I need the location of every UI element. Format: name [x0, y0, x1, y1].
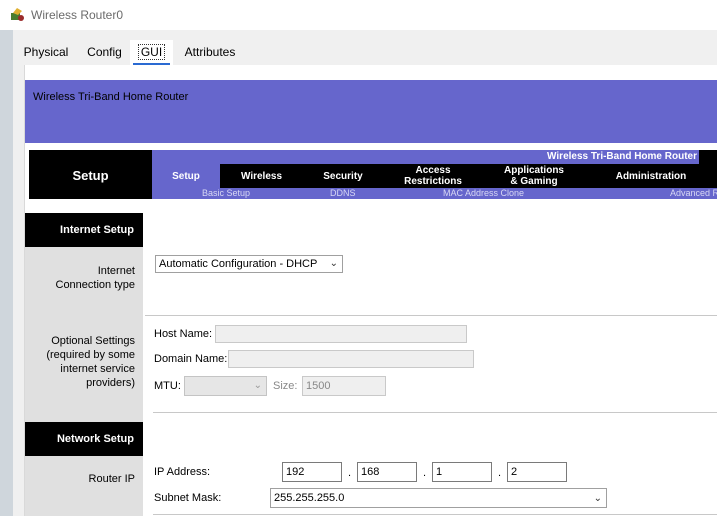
- product-name-bar: Wireless Tri-Band Home Router: [152, 150, 699, 164]
- divider: [145, 315, 717, 316]
- subnav-basic-setup[interactable]: Basic Setup: [202, 188, 250, 199]
- desktop-background: [0, 30, 13, 516]
- title-bar: Wireless Router0: [0, 0, 717, 30]
- tab-attributes[interactable]: Attributes: [175, 40, 245, 65]
- internet-setup-title: Internet Setup: [60, 224, 134, 236]
- ip-octet-3-input[interactable]: 1: [432, 462, 492, 482]
- domain-name-label: Domain Name:: [154, 353, 228, 365]
- mtu-size-input[interactable]: 1500: [302, 376, 386, 396]
- divider: [153, 514, 717, 515]
- tab-physical[interactable]: Physical: [13, 40, 79, 65]
- subnav-mac-address-clone[interactable]: MAC Address Clone: [443, 188, 524, 199]
- ip-octet-4-input[interactable]: 2: [507, 462, 567, 482]
- product-name: Wireless Tri-Band Home Router: [547, 151, 697, 162]
- chevron-down-icon: ⌄: [253, 380, 262, 391]
- nav-apps-line1: Applications: [503, 165, 564, 176]
- banner-title: Wireless Tri-Band Home Router: [33, 91, 189, 103]
- ip-octet-2-input[interactable]: 168: [357, 462, 417, 482]
- optional-settings-line3: internet service: [60, 363, 135, 375]
- section-title-box: Setup: [29, 150, 152, 199]
- mtu-size-label: Size:: [273, 380, 298, 392]
- connection-type-value: Automatic Configuration - DHCP: [159, 258, 318, 270]
- product-bar-end: [699, 150, 717, 164]
- nav-applications-gaming[interactable]: Applications & Gaming: [483, 164, 585, 188]
- optional-settings-line1: Optional Settings: [51, 335, 135, 347]
- subnet-mask-label: Subnet Mask:: [154, 492, 222, 504]
- host-name-input[interactable]: [215, 325, 467, 343]
- connection-type-label-line1: Internet: [97, 265, 135, 277]
- router-banner: Wireless Tri-Band Home Router: [25, 80, 717, 143]
- host-name-label: Host Name:: [154, 328, 213, 340]
- ip-separator: .: [348, 467, 352, 479]
- nav-setup[interactable]: Setup: [152, 164, 220, 188]
- tab-gui[interactable]: GUI: [130, 40, 173, 65]
- nav-apps-line2: & Gaming: [510, 176, 558, 187]
- subnet-mask-value: 255.255.255.0: [274, 492, 345, 504]
- subnav-ddns[interactable]: DDNS: [330, 188, 356, 199]
- nav-access-line2: Restrictions: [404, 176, 462, 187]
- internet-setup-header: Internet Setup: [25, 213, 143, 247]
- domain-name-input[interactable]: [228, 350, 474, 368]
- section-title: Setup: [72, 168, 109, 183]
- subnav-advanced-routing[interactable]: Advanced R: [670, 188, 717, 199]
- mtu-label: MTU:: [154, 380, 181, 392]
- connection-type-select[interactable]: Automatic Configuration - DHCP ⌄: [155, 255, 343, 273]
- nav-access-restrictions[interactable]: Access Restrictions: [383, 164, 483, 188]
- optional-settings-line4: providers): [86, 377, 135, 389]
- sub-nav: Basic Setup DDNS MAC Address Clone Advan…: [152, 188, 717, 199]
- top-menu: Setup Wireless Tri-Band Home Router Setu…: [25, 150, 717, 199]
- ip-separator: .: [498, 467, 502, 479]
- optional-settings-label: Optional Settings (required by some inte…: [25, 334, 135, 390]
- nav-administration[interactable]: Administration: [585, 164, 717, 188]
- tab-config[interactable]: Config: [79, 40, 130, 65]
- ip-address-label: IP Address:: [154, 466, 211, 478]
- chevron-down-icon: ⌄: [329, 258, 338, 269]
- router-ip-label: Router IP: [88, 473, 135, 485]
- nav-access-line1: Access: [415, 165, 451, 176]
- ip-separator: .: [423, 467, 427, 479]
- tab-gui-label: GUI: [137, 44, 166, 60]
- main-nav: Setup Wireless Security Access Restricti…: [152, 164, 717, 188]
- mtu-select[interactable]: ⌄: [184, 376, 267, 396]
- optional-settings-line2: (required by some: [46, 349, 135, 361]
- connection-type-label-line2: Connection type: [55, 279, 136, 291]
- ip-octet-1-input[interactable]: 192: [282, 462, 342, 482]
- subnet-mask-select[interactable]: 255.255.255.0 ⌄: [270, 488, 607, 508]
- network-setup-title: Network Setup: [56, 433, 134, 445]
- divider: [153, 412, 717, 413]
- chevron-down-icon: ⌄: [593, 493, 602, 504]
- window-title: Wireless Router0: [31, 8, 124, 22]
- connection-type-label: Internet Connection type: [25, 264, 136, 292]
- nav-security[interactable]: Security: [303, 164, 383, 188]
- router-icon: [11, 8, 24, 21]
- network-setup-header: Network Setup: [25, 422, 143, 456]
- nav-wireless[interactable]: Wireless: [220, 164, 303, 188]
